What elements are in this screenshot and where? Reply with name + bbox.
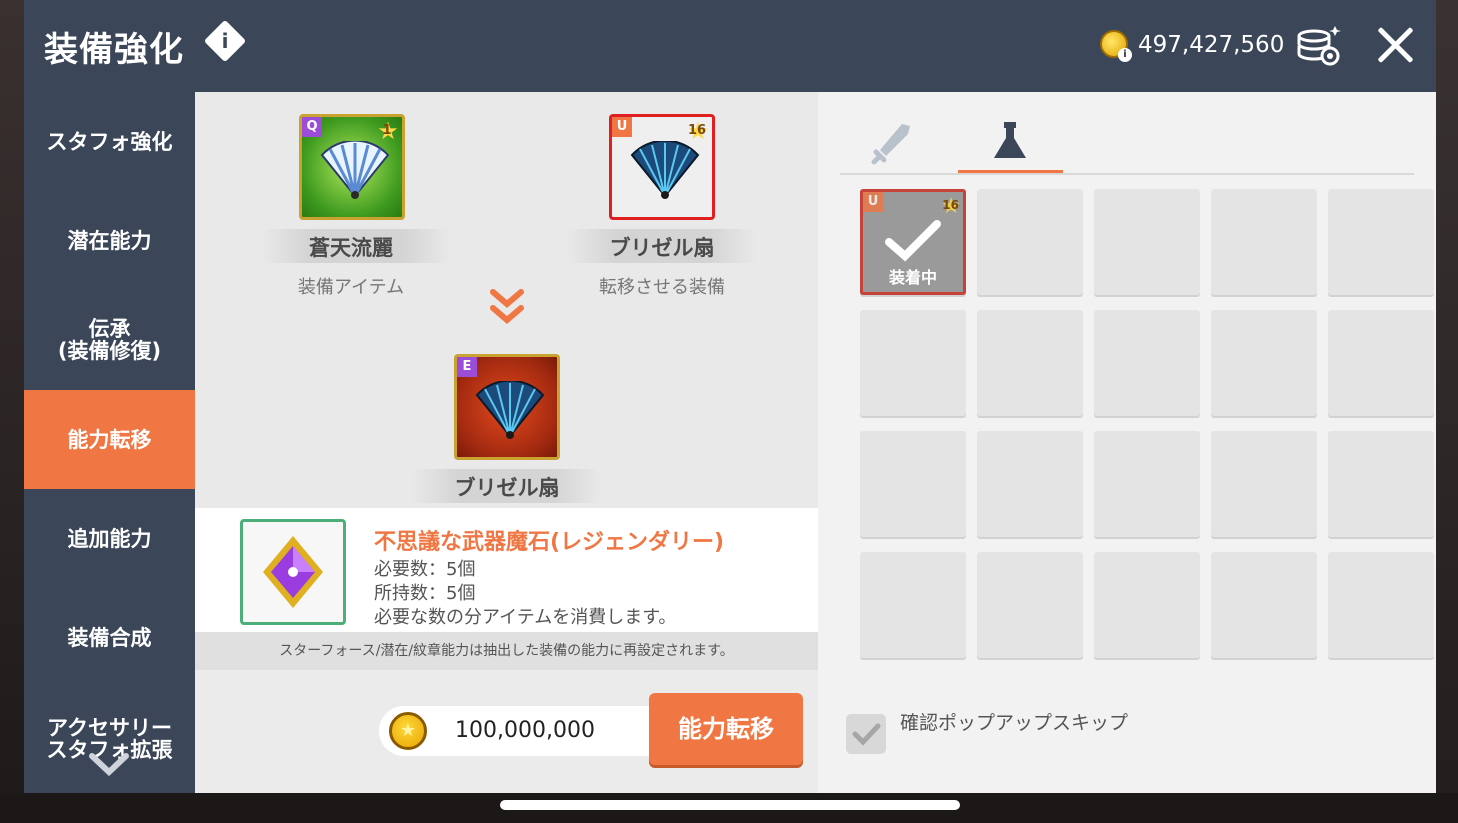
inventory-slot[interactable] <box>1328 431 1434 537</box>
result-item-name: ブリゼル扇 <box>454 476 560 500</box>
sidebar-item-starforce[interactable]: スタフォ強化 <box>24 92 195 191</box>
source-item-name: 蒼天流麗 <box>309 236 393 260</box>
inventory-slot[interactable] <box>977 431 1083 537</box>
home-indicator[interactable] <box>500 800 960 810</box>
skip-popup-checkbox[interactable] <box>846 714 886 754</box>
ability-transfer-button[interactable]: 能力転移 <box>649 693 803 765</box>
material-slot[interactable] <box>240 519 346 625</box>
inventory-slot[interactable] <box>1094 189 1200 295</box>
transfer-items-area: Q ★ 1 蒼天流麗 装備アイテム U ★ 16 ブリゼル扇 転移させる装備 E… <box>195 92 818 508</box>
inventory-slot[interactable] <box>860 431 966 537</box>
background-right <box>1436 0 1458 823</box>
sidebar-item-additional-ability[interactable]: 追加能力 <box>24 489 195 588</box>
fan-icon <box>475 381 545 439</box>
currency-amount: 497,427,560 <box>1138 32 1285 58</box>
cost-value: 100,000,000 <box>455 718 595 743</box>
meso-coin-icon: i <box>1100 30 1132 62</box>
inventory-slot[interactable] <box>1094 310 1200 416</box>
info-icon[interactable]: i <box>203 19 247 63</box>
coin-shop-icon[interactable] <box>1292 22 1342 68</box>
sidebar-item-potential[interactable]: 潜在能力 <box>24 191 195 290</box>
material-note: 必要な数の分アイテムを消費します。 <box>374 607 677 628</box>
material-area: 不思議な武器魔石(レジェンダリー) 必要数：5個 所持数：5個 必要な数の分アイ… <box>195 508 818 632</box>
check-icon <box>852 723 881 746</box>
inventory-slot[interactable] <box>860 552 966 658</box>
potion-icon <box>994 122 1026 158</box>
equipment-enhance-window: 装備強化 i i 497,427,560 スタフォ強化 潜在能力 伝承 (装備修… <box>24 0 1436 793</box>
source-item-label: 装備アイテム <box>297 277 405 298</box>
tab-consumable[interactable] <box>958 112 1063 174</box>
equipped-check-icon <box>885 220 941 262</box>
chevron-down-icon[interactable] <box>88 752 130 776</box>
background-left <box>0 0 24 823</box>
fan-icon <box>320 141 390 199</box>
inventory-slot[interactable] <box>1211 431 1317 537</box>
inventory-slot[interactable] <box>1211 189 1317 295</box>
inventory-slot[interactable] <box>1328 189 1434 295</box>
inventory-slot[interactable] <box>977 189 1083 295</box>
target-item-slot[interactable]: U ★ 16 <box>609 114 715 220</box>
inventory-slot[interactable] <box>1094 552 1200 658</box>
equipped-label: 装着中 <box>888 268 937 287</box>
sidebar-item-inheritance[interactable]: 伝承 (装備修復) <box>24 290 195 389</box>
transfer-panel: Q ★ 1 蒼天流麗 装備アイテム U ★ 16 ブリゼル扇 転移させる装備 E… <box>195 92 818 793</box>
inventory-slot[interactable] <box>1094 431 1200 537</box>
result-item-slot: E <box>454 354 560 460</box>
inventory-slot[interactable] <box>977 310 1083 416</box>
page-title: 装備強化 <box>44 30 184 70</box>
material-required: 必要数：5個 <box>374 559 476 580</box>
skip-popup-label: 確認ポップアップスキップ <box>900 712 1129 734</box>
inventory-slot[interactable] <box>1328 552 1434 658</box>
transfer-notice: スターフォース/潜在/紋章能力は抽出した装備の能力に再設定されます。 <box>195 632 818 670</box>
sidebar-item-ability-transfer[interactable]: 能力転移 <box>24 390 195 489</box>
inventory-slot[interactable] <box>860 310 966 416</box>
material-owned: 所持数：5個 <box>374 583 476 604</box>
inventory-slot[interactable] <box>977 552 1083 658</box>
double-chevron-down-icon <box>490 289 524 324</box>
meso-coin-icon <box>389 712 427 750</box>
header-bar: 装備強化 i i 497,427,560 <box>24 0 1436 92</box>
target-item-label: 転移させる装備 <box>599 277 725 298</box>
inventory-panel: U ★ 16 装着中 確認ポップアップスキップ <box>818 92 1436 793</box>
inventory-slot[interactable] <box>1211 552 1317 658</box>
sidebar-item-equipment-synthesis[interactable]: 装備合成 <box>24 588 195 687</box>
close-button[interactable] <box>1374 24 1416 66</box>
sword-icon <box>871 124 910 165</box>
coin-info-badge-icon[interactable]: i <box>1118 48 1132 62</box>
tab-weapon[interactable] <box>840 112 945 174</box>
source-item-slot[interactable]: Q ★ 1 <box>299 114 405 220</box>
magic-stone-icon <box>263 536 323 608</box>
sidebar: スタフォ強化 潜在能力 伝承 (装備修復) 能力転移 追加能力 装備合成 アクセ… <box>24 92 195 793</box>
target-item-name: ブリゼル扇 <box>609 236 715 260</box>
inventory-slot-equipped[interactable]: U ★ 16 装着中 <box>860 189 966 295</box>
fan-icon <box>630 141 700 199</box>
material-name: 不思議な武器魔石(レジェンダリー) <box>374 530 725 555</box>
inventory-slot[interactable] <box>1211 310 1317 416</box>
inventory-slot[interactable] <box>1328 310 1434 416</box>
